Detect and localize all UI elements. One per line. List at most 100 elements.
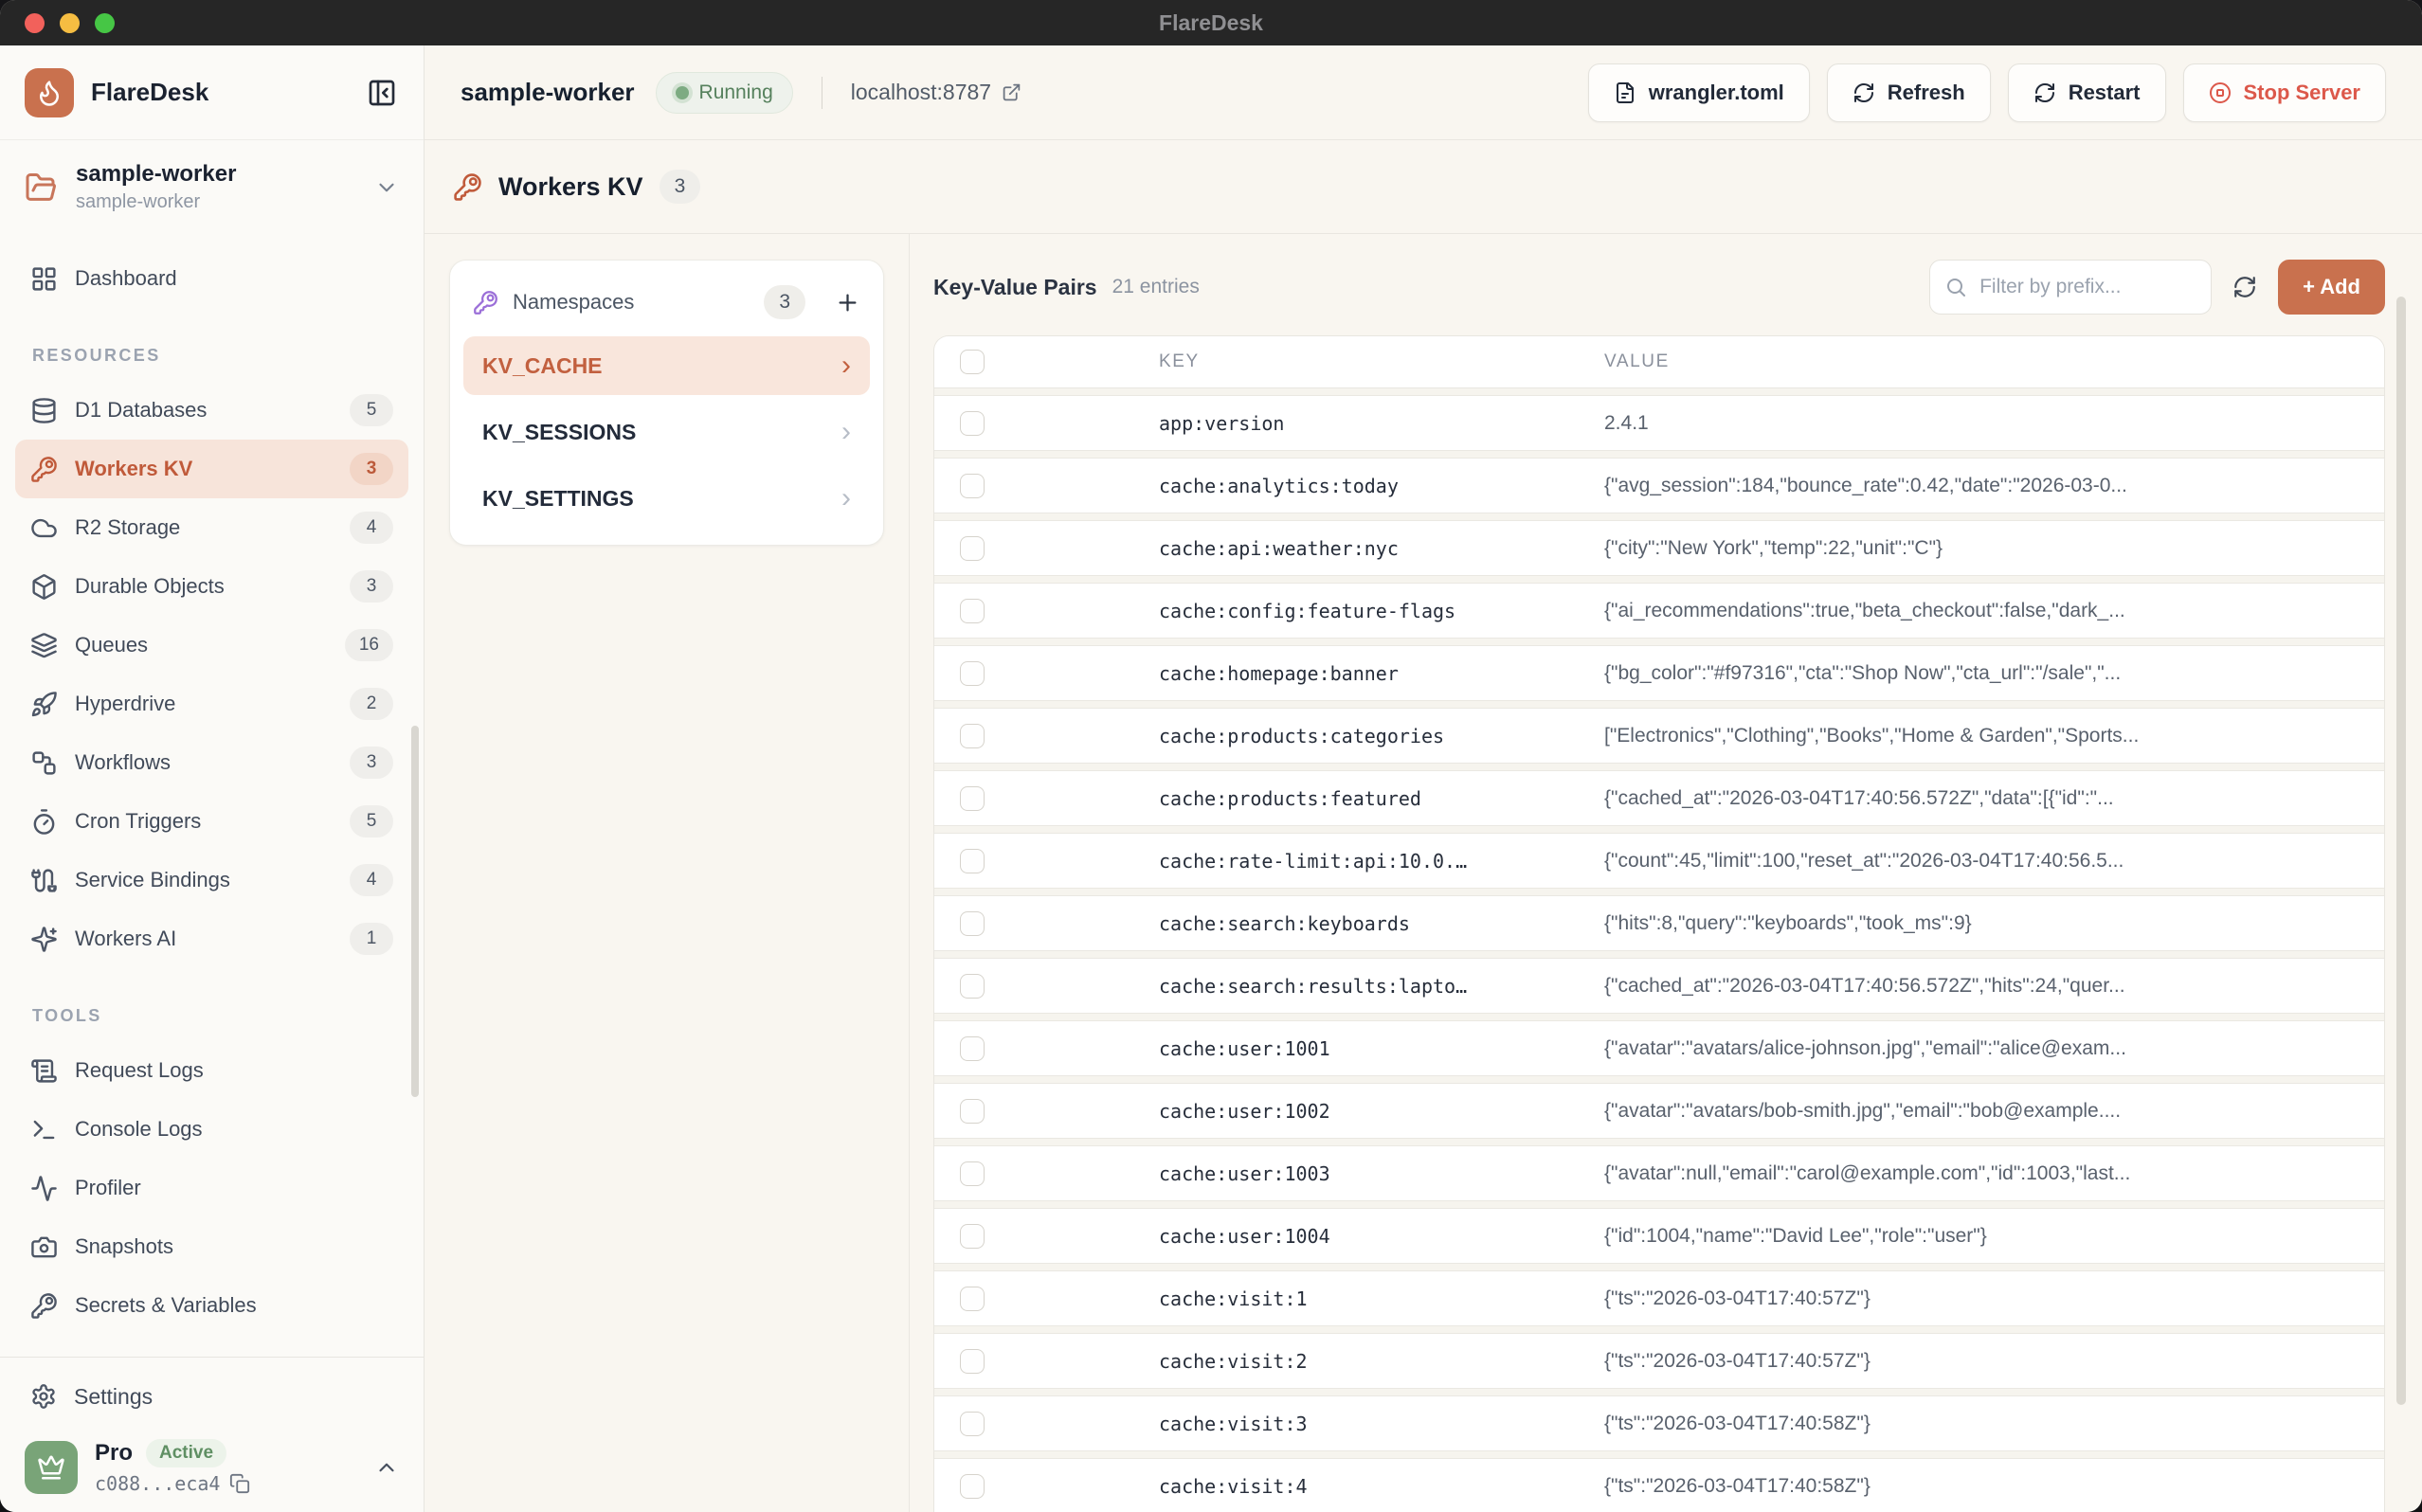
row-checkbox[interactable] [960,974,985,999]
chevron-up-icon [374,1455,399,1480]
namespace-item[interactable]: KV_CACHE › [463,336,870,395]
sidebar-item-durable-objects[interactable]: Durable Objects 3 [15,557,408,616]
namespaces-count-badge: 3 [764,285,805,319]
add-namespace-button[interactable] [835,290,860,315]
kv-value: {"ts":"2026-03-04T17:40:57Z"} [1579,1287,2384,1310]
copy-icon[interactable] [229,1473,250,1494]
sidebar-item-cron-triggers[interactable]: Cron Triggers 5 [15,792,408,851]
row-checkbox[interactable] [960,661,985,686]
sidebar-item-r2-storage[interactable]: R2 Storage 4 [15,498,408,557]
sidebar-item-queues[interactable]: Queues 16 [15,616,408,675]
refresh-icon [1853,81,1875,104]
table-scrollbar[interactable] [2396,297,2406,1405]
sidebar-item-workflows[interactable]: Workflows 3 [15,733,408,792]
namespace-item[interactable]: KV_SETTINGS › [463,469,870,528]
sidebar-item-label: Hyperdrive [75,692,175,716]
kv-value: {"count":45,"limit":100,"reset_at":"2026… [1579,850,2384,873]
row-checkbox[interactable] [960,1036,985,1061]
namespace-item[interactable]: KV_SESSIONS › [463,403,870,461]
sidebar-scrollbar[interactable] [411,726,419,1097]
row-checkbox[interactable] [960,474,985,498]
refresh-button[interactable]: Refresh [1827,63,1991,122]
table-row: cache:visit:3 {"ts":"2026-03-04T17:40:58… [934,1395,2384,1451]
kv-toolbar: Key-Value Pairs 21 entries + Add [933,260,2385,315]
window-title: FlareDesk [0,10,2422,36]
row-checkbox[interactable] [960,1412,985,1436]
filter-input[interactable] [1929,260,2212,315]
sidebar-item-profiler[interactable]: Profiler [15,1159,408,1217]
row-checkbox[interactable] [960,411,985,436]
project-selector[interactable]: sample-worker sample-worker [0,140,424,226]
flame-icon [35,79,63,107]
row-checkbox[interactable] [960,1349,985,1374]
kv-value: {"ts":"2026-03-04T17:40:58Z"} [1579,1475,2384,1498]
plan-card[interactable]: Pro Active c088...eca4 [15,1439,408,1495]
kv-value: {"cached_at":"2026-03-04T17:40:56.572Z",… [1579,975,2384,998]
sidebar-item-label: Snapshots [75,1234,173,1259]
count-badge: 1 [350,923,393,955]
account-id: c088...eca4 [95,1472,220,1495]
sidebar-item-snapshots[interactable]: Snapshots [15,1217,408,1276]
wrangler-toml-button[interactable]: wrangler.toml [1588,63,1810,122]
row-checkbox[interactable] [960,1099,985,1124]
sidebar-item-label: Queues [75,633,148,657]
key-icon [473,290,498,315]
kv-key: cache:rate-limit:api:10.0.… [1133,850,1579,873]
plus-icon [835,290,860,315]
folder-open-icon [25,171,59,205]
row-checkbox[interactable] [960,599,985,623]
count-badge: 16 [345,629,393,661]
row-checkbox[interactable] [960,849,985,873]
select-all-checkbox[interactable] [960,350,985,374]
refresh-list-button[interactable] [2232,275,2257,299]
add-key-button[interactable]: + Add [2278,260,2385,315]
sidebar-item-workers-kv[interactable]: Workers KV 3 [15,440,408,498]
status-dot-icon [676,86,689,99]
host-link[interactable]: localhost:8787 [851,80,1021,105]
kv-key: cache:homepage:banner [1133,662,1579,685]
collapse-sidebar-button[interactable] [365,76,399,110]
stop-server-button[interactable]: Stop Server [2183,63,2387,122]
stop-circle-icon [2209,81,2232,104]
sidebar-item-label: Workers AI [75,927,176,951]
plan-status-badge: Active [146,1439,226,1467]
sidebar-item-service-bindings[interactable]: Service Bindings 4 [15,851,408,909]
database-icon [30,397,58,424]
sidebar-item-label: D1 Databases [75,398,207,423]
titlebar: FlareDesk [0,0,2422,45]
table-row: cache:products:featured {"cached_at":"20… [934,770,2384,826]
sidebar-item-settings[interactable]: Settings [15,1369,408,1424]
kv-key: app:version [1133,412,1579,435]
sidebar-item-d1-databases[interactable]: D1 Databases 5 [15,381,408,440]
row-checkbox[interactable] [960,786,985,811]
sidebar-item-label: Service Bindings [75,868,230,892]
namespace-count-badge: 3 [660,170,701,204]
key-icon [30,456,58,483]
table-row: cache:visit:2 {"ts":"2026-03-04T17:40:57… [934,1333,2384,1389]
table-row: cache:visit:4 {"ts":"2026-03-04T17:40:58… [934,1458,2384,1512]
row-checkbox[interactable] [960,1161,985,1186]
search-icon [1944,276,1967,298]
sidebar-item-secrets-variables[interactable]: Secrets & Variables [15,1276,408,1335]
sidebar-item-workers-ai[interactable]: Workers AI 1 [15,909,408,968]
dashboard-icon [30,265,58,293]
row-checkbox[interactable] [960,1287,985,1311]
sidebar-item-label: Workers KV [75,457,192,481]
row-checkbox[interactable] [960,1474,985,1499]
kv-key: cache:config:feature-flags [1133,600,1579,622]
sidebar-item-hyperdrive[interactable]: Hyperdrive 2 [15,675,408,733]
row-checkbox[interactable] [960,536,985,561]
row-checkbox[interactable] [960,724,985,748]
row-checkbox[interactable] [960,911,985,936]
count-badge: 5 [350,394,393,426]
sidebar-item-console-logs[interactable]: Console Logs [15,1100,408,1159]
table-row: cache:homepage:banner {"bg_color":"#f973… [934,645,2384,701]
kv-key: cache:user:1004 [1133,1225,1579,1248]
restart-button[interactable]: Restart [2008,63,2166,122]
sidebar-item-request-logs[interactable]: Request Logs [15,1041,408,1100]
kv-key: cache:products:categories [1133,725,1579,747]
table-row: cache:config:feature-flags {"ai_recommen… [934,583,2384,639]
table-row: cache:visit:1 {"ts":"2026-03-04T17:40:57… [934,1270,2384,1326]
sidebar-item-dashboard[interactable]: Dashboard [15,249,408,308]
row-checkbox[interactable] [960,1224,985,1249]
